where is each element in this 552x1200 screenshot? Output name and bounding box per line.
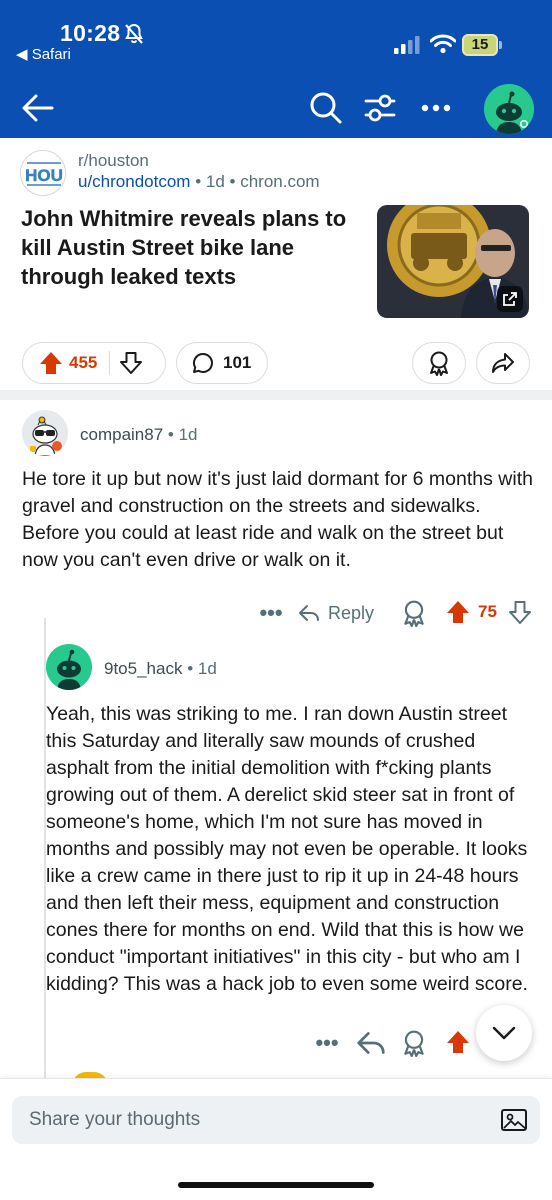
separator: • xyxy=(229,172,236,191)
separator: • xyxy=(195,172,202,191)
share-icon xyxy=(492,353,514,373)
home-indicator[interactable] xyxy=(178,1182,374,1188)
comment-count: 101 xyxy=(223,353,252,372)
wifi-icon xyxy=(430,34,456,54)
status-time: 10:28 xyxy=(60,20,121,46)
houston-logo-icon: HOU xyxy=(21,151,65,195)
comment-author[interactable]: compain87 xyxy=(80,425,163,444)
more-options-button[interactable] xyxy=(414,88,458,128)
separator: • xyxy=(167,425,174,444)
comment-body: He tore it up but now it's just laid dor… xyxy=(22,468,533,571)
profile-avatar[interactable] xyxy=(484,84,534,134)
snoo-sunglasses-avatar-icon xyxy=(22,410,68,456)
upvote-icon[interactable] xyxy=(444,598,472,626)
post-byline: u/chrondotcom • 1d • chron.com xyxy=(78,172,320,192)
filter-icon xyxy=(364,94,396,122)
comment-meta: 9to5_hack • 1d xyxy=(104,659,217,679)
reply-arrow-icon xyxy=(299,605,319,621)
post-vote-control: 455 xyxy=(22,342,166,384)
silent-bell-icon xyxy=(125,23,143,44)
comment-author[interactable]: 9to5_hack xyxy=(104,659,182,678)
comment-score: 75 xyxy=(478,602,497,621)
search-icon xyxy=(310,92,342,124)
svg-text:HOU: HOU xyxy=(25,166,63,185)
scroll-down-button[interactable] xyxy=(476,1005,532,1061)
comments-button[interactable]: 101 xyxy=(176,342,268,384)
comment-age: 1d xyxy=(197,659,217,678)
upvote-icon[interactable] xyxy=(444,1028,472,1056)
vote-divider xyxy=(109,351,111,375)
battery-indicator: 15 xyxy=(462,34,502,56)
comment-avatar[interactable] xyxy=(22,410,68,456)
award-button[interactable] xyxy=(412,342,466,384)
image-upload-icon[interactable] xyxy=(500,1106,528,1134)
comment-more-button[interactable]: ••• xyxy=(256,598,286,628)
subreddit-name[interactable]: r/houston xyxy=(78,151,149,171)
comment-input-placeholder: Share your thoughts xyxy=(29,1109,201,1130)
downvote-icon[interactable] xyxy=(506,598,534,626)
award-icon[interactable] xyxy=(400,599,428,627)
post-thumbnail[interactable] xyxy=(377,205,529,318)
reply-label: Reply xyxy=(328,602,375,623)
comment-avatar[interactable] xyxy=(46,644,92,690)
external-link-icon xyxy=(497,286,523,312)
back-to-safari-link[interactable]: ◀ Safari xyxy=(16,45,71,63)
share-button[interactable] xyxy=(476,342,530,384)
section-divider xyxy=(0,390,552,400)
reply-button[interactable]: Reply xyxy=(298,598,374,628)
award-icon[interactable] xyxy=(400,1029,428,1057)
comment-action-bar: ••• Reply 75 xyxy=(250,596,540,630)
upvote-icon[interactable] xyxy=(37,349,65,377)
comment-body: Yeah, this was striking to me. I ran dow… xyxy=(46,703,528,995)
snoo-avatar-icon xyxy=(46,644,92,690)
post-score: 455 xyxy=(69,353,98,372)
chevron-down-icon xyxy=(492,1026,516,1040)
reply-arrow-icon[interactable] xyxy=(356,1028,386,1058)
comment-input[interactable]: Share your thoughts xyxy=(12,1096,540,1144)
comment-bubble-icon xyxy=(193,353,213,373)
post-domain[interactable]: chron.com xyxy=(240,172,319,191)
downvote-icon[interactable] xyxy=(118,350,144,376)
more-icon xyxy=(421,104,451,112)
separator: • xyxy=(187,659,194,678)
cellular-signal-icon xyxy=(394,36,420,54)
post-title[interactable]: John Whitmire reveals plans to kill Aust… xyxy=(21,204,371,291)
snoo-avatar-icon xyxy=(484,84,534,134)
comment-more-button[interactable]: ••• xyxy=(312,1028,342,1058)
battery-level: 15 xyxy=(471,36,489,53)
search-button[interactable] xyxy=(306,88,346,128)
award-icon xyxy=(430,351,448,376)
back-button[interactable] xyxy=(18,88,58,128)
comment-age: 1d xyxy=(178,425,198,444)
top-header: 10:28 ◀ Safari 15 xyxy=(0,0,552,138)
post-author[interactable]: u/chrondotcom xyxy=(78,172,190,191)
post-age: 1d xyxy=(205,172,225,191)
subreddit-icon[interactable]: HOU xyxy=(20,150,66,196)
comment-meta: compain87 • 1d xyxy=(80,425,198,445)
back-arrow-icon xyxy=(22,94,54,122)
filter-button[interactable] xyxy=(360,88,400,128)
